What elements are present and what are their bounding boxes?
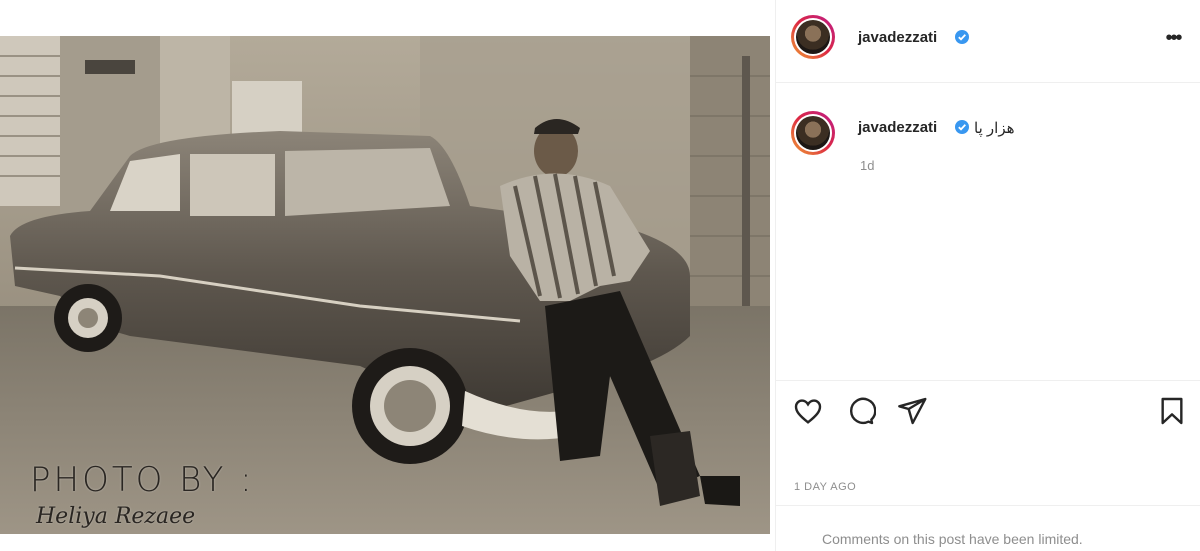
comments-limited-text: Comments on this post have been limited. xyxy=(822,531,1083,547)
post-media-pane: PHOTO BY : Heliya Rezaee xyxy=(0,0,775,551)
comment-icon[interactable] xyxy=(844,395,876,427)
avatar-image xyxy=(796,20,830,54)
post-photo[interactable]: PHOTO BY : Heliya Rezaee xyxy=(0,36,770,534)
photo-credit-name: Heliya Rezaee xyxy=(36,504,196,529)
comments-limited-notice: Comments on this post have been limited. xyxy=(776,505,1200,551)
caption-username[interactable]: javadezzati xyxy=(858,119,937,136)
caption-text: هزار پا xyxy=(974,120,1015,137)
post-actions-bar xyxy=(776,380,1200,440)
post-sidebar: javadezzati ••• javadezzati هزار پا 1d 1… xyxy=(775,0,1200,551)
post-header: javadezzati ••• xyxy=(776,0,1200,83)
post-date[interactable]: 1 DAY AGO xyxy=(794,481,856,493)
header-username[interactable]: javadezzati xyxy=(858,29,937,46)
caption-avatar-image xyxy=(796,116,830,150)
verified-badge-icon xyxy=(955,30,969,44)
heart-icon[interactable] xyxy=(792,395,824,427)
paper-plane-icon[interactable] xyxy=(896,395,928,427)
caption-age[interactable]: 1d xyxy=(860,158,874,173)
more-horizontal-icon[interactable]: ••• xyxy=(1159,24,1187,52)
caption-verified-badge-icon xyxy=(955,120,969,134)
bookmark-icon[interactable] xyxy=(1156,395,1188,427)
photo-credit: PHOTO BY : Heliya Rezaee xyxy=(30,460,255,529)
caption-avatar[interactable] xyxy=(791,111,835,155)
avatar[interactable] xyxy=(791,15,835,59)
photo-credit-title: PHOTO BY : xyxy=(30,460,255,500)
